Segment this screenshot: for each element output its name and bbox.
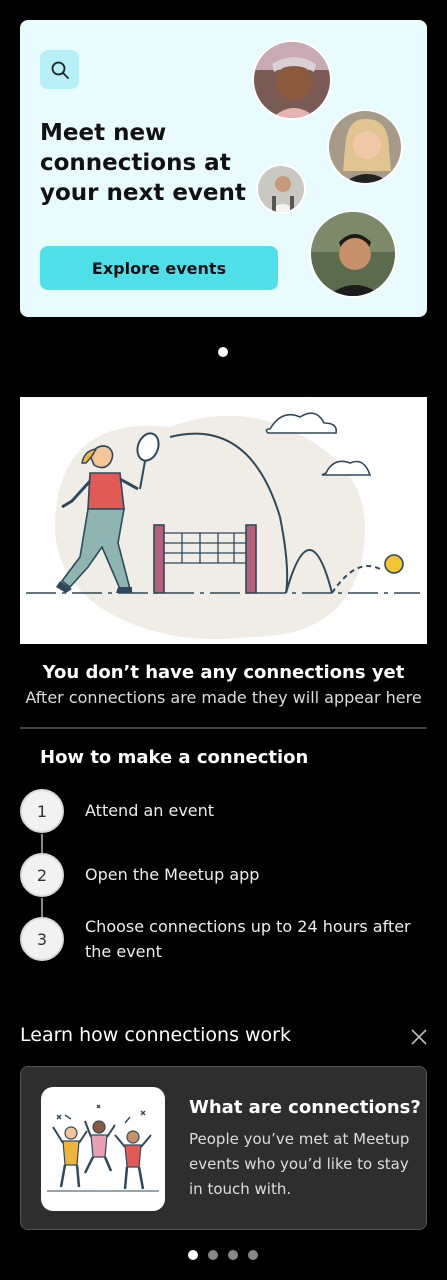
empty-state-title: You don’t have any connections yet bbox=[42, 662, 405, 683]
carousel-dot-active[interactable] bbox=[188, 1250, 198, 1260]
avatar bbox=[256, 164, 306, 214]
step-text: Attend an event bbox=[85, 801, 215, 820]
learn-card[interactable]: What are connections? People you’ve met … bbox=[20, 1066, 427, 1230]
step-text: Choose connections up to 24 hours after … bbox=[85, 917, 411, 961]
step-text: Open the Meetup app bbox=[85, 865, 260, 884]
empty-state-subtitle: After connections are made they will app… bbox=[25, 688, 422, 707]
search-button[interactable] bbox=[40, 50, 79, 89]
hero-title: Meet new connections at your next event bbox=[40, 120, 246, 206]
carousel-dot[interactable] bbox=[208, 1250, 218, 1260]
step-number: 1 bbox=[20, 789, 64, 833]
avatar bbox=[309, 210, 397, 298]
step-connector bbox=[41, 834, 43, 854]
step-number: 2 bbox=[20, 853, 64, 897]
hero-card: Meet new connections at your next event … bbox=[20, 20, 427, 317]
how-to-title: How to make a connection bbox=[40, 747, 309, 768]
tennis-illustration bbox=[20, 397, 427, 644]
avatar bbox=[327, 109, 403, 185]
divider bbox=[20, 727, 427, 729]
carousel-dot[interactable] bbox=[248, 1250, 258, 1260]
card-title: What are connections? bbox=[189, 1097, 421, 1118]
step-connector bbox=[41, 898, 43, 918]
explore-events-button[interactable]: Explore events bbox=[40, 246, 278, 290]
close-icon bbox=[411, 1029, 427, 1045]
learn-section-title: Learn how connections work bbox=[20, 1024, 291, 1046]
card-body: People you’ve met at Meetup events who y… bbox=[189, 1130, 410, 1198]
avatar bbox=[252, 40, 332, 120]
celebration-illustration bbox=[41, 1087, 165, 1211]
page-indicator-dot bbox=[218, 347, 228, 357]
close-button[interactable] bbox=[408, 1026, 430, 1048]
step-number: 3 bbox=[20, 917, 64, 961]
carousel-dot[interactable] bbox=[228, 1250, 238, 1260]
search-icon bbox=[51, 61, 69, 79]
